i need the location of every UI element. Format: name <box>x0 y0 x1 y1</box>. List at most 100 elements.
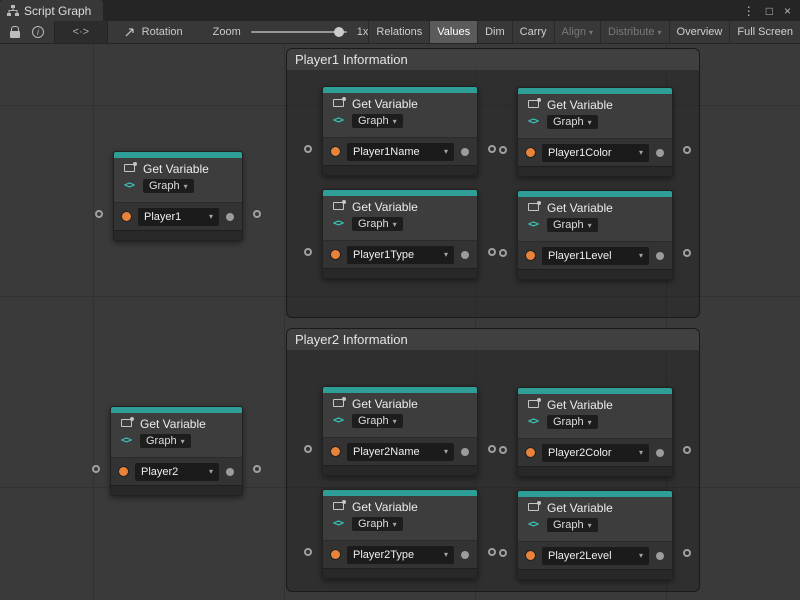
zoom-slider-knob[interactable] <box>334 27 344 37</box>
variable-dropdown[interactable]: Player2 <box>135 463 219 481</box>
right-port-ring[interactable] <box>488 445 496 453</box>
left-port-ring[interactable] <box>92 465 100 473</box>
node-title: Get Variable <box>547 398 613 412</box>
output-port[interactable] <box>461 251 469 259</box>
node-get-variable-player2[interactable]: Get Variable Graph Player2 <box>110 406 243 496</box>
group-header[interactable]: Player1 Information <box>287 49 699 71</box>
input-port[interactable] <box>331 447 340 456</box>
graph-dropdown[interactable]: Graph <box>143 179 194 193</box>
node-get-variable-player1type[interactable]: Get Variable Graph Player1Type <box>322 189 478 279</box>
left-port-ring[interactable] <box>499 549 507 557</box>
node-footer <box>114 230 242 240</box>
values-button[interactable]: Values <box>429 21 477 43</box>
right-port-ring[interactable] <box>683 249 691 257</box>
right-port-ring[interactable] <box>253 465 261 473</box>
maximize-icon[interactable]: □ <box>766 4 773 18</box>
node-get-variable-player2name[interactable]: Get Variable Graph Player2Name <box>322 386 478 476</box>
input-port[interactable] <box>526 148 535 157</box>
carry-button[interactable]: Carry <box>512 21 554 43</box>
output-port[interactable] <box>226 213 234 221</box>
info-icon[interactable] <box>32 26 44 38</box>
relations-button[interactable]: Relations <box>368 21 429 43</box>
left-port-ring[interactable] <box>304 248 312 256</box>
variable-dropdown[interactable]: Player1Color <box>542 144 649 162</box>
rotation-icon <box>124 26 136 38</box>
output-port[interactable] <box>226 468 234 476</box>
right-port-ring[interactable] <box>683 549 691 557</box>
node-get-variable-player2type[interactable]: Get Variable Graph Player2Type <box>322 489 478 579</box>
graph-dropdown[interactable]: Graph <box>352 517 403 531</box>
left-port-ring[interactable] <box>304 145 312 153</box>
input-port[interactable] <box>526 251 535 260</box>
right-port-ring[interactable] <box>253 210 261 218</box>
graph-dropdown[interactable]: Graph <box>547 415 598 429</box>
code-glyph <box>333 110 343 128</box>
graph-breadcrumb-button[interactable]: <·> <box>54 21 108 43</box>
input-port[interactable] <box>331 250 340 259</box>
left-port-ring[interactable] <box>499 146 507 154</box>
variable-dropdown[interactable]: Player2Name <box>347 443 454 461</box>
dim-button[interactable]: Dim <box>477 21 512 43</box>
variable-dropdown[interactable]: Player2Type <box>347 546 454 564</box>
node-get-variable-player1color[interactable]: Get Variable Graph Player1Color <box>517 87 673 177</box>
left-port-ring[interactable] <box>499 446 507 454</box>
node-body: Get Variable Graph <box>518 94 672 138</box>
close-icon[interactable]: × <box>784 4 791 18</box>
right-port-ring[interactable] <box>488 548 496 556</box>
align-button[interactable]: Align▾ <box>554 21 600 43</box>
node-title: Get Variable <box>140 417 206 431</box>
lock-icon[interactable] <box>10 31 20 38</box>
node-get-variable-player1[interactable]: Get Variable Graph Player1 <box>113 151 243 241</box>
output-port[interactable] <box>656 149 664 157</box>
variable-dropdown[interactable]: Player2Level <box>542 547 649 565</box>
input-port[interactable] <box>526 448 535 457</box>
left-port-ring[interactable] <box>304 445 312 453</box>
graph-canvas[interactable]: Player1 Information Player2 Information … <box>0 44 800 600</box>
tab-script-graph[interactable]: Script Graph <box>0 0 103 21</box>
variable-icon <box>524 98 542 133</box>
graph-dropdown[interactable]: Graph <box>547 115 598 129</box>
graph-dropdown[interactable]: Graph <box>352 114 403 128</box>
node-get-variable-player2color[interactable]: Get Variable Graph Player2Color <box>517 387 673 477</box>
distribute-button[interactable]: Distribute▾ <box>600 21 668 43</box>
input-port[interactable] <box>331 550 340 559</box>
group-header[interactable]: Player2 Information <box>287 329 699 351</box>
input-port[interactable] <box>122 212 131 221</box>
window-menu-icon[interactable]: ⋮ <box>743 4 755 18</box>
zoom-slider[interactable] <box>251 31 347 33</box>
input-port[interactable] <box>119 467 128 476</box>
output-port[interactable] <box>461 551 469 559</box>
output-port[interactable] <box>461 448 469 456</box>
right-port-ring[interactable] <box>683 146 691 154</box>
right-port-ring[interactable] <box>488 248 496 256</box>
output-port[interactable] <box>656 252 664 260</box>
graph-dropdown[interactable]: Graph <box>140 434 191 448</box>
input-port[interactable] <box>331 147 340 156</box>
input-port[interactable] <box>526 551 535 560</box>
node-get-variable-player1level[interactable]: Get Variable Graph Player1Level <box>517 190 673 280</box>
variable-dropdown[interactable]: Player1Level <box>542 247 649 265</box>
output-port[interactable] <box>461 148 469 156</box>
graph-dropdown[interactable]: Graph <box>547 218 598 232</box>
fullscreen-button[interactable]: Full Screen <box>729 21 800 43</box>
left-port-ring[interactable] <box>304 548 312 556</box>
node-get-variable-player2level[interactable]: Get Variable Graph Player2Level <box>517 490 673 580</box>
variable-dropdown[interactable]: Player1 <box>138 208 219 226</box>
right-port-ring[interactable] <box>683 446 691 454</box>
graph-dropdown[interactable]: Graph <box>547 518 598 532</box>
node-footer <box>323 165 477 175</box>
left-port-ring[interactable] <box>499 249 507 257</box>
variable-dropdown[interactable]: Player2Color <box>542 444 649 462</box>
node-footer <box>323 465 477 475</box>
output-port[interactable] <box>656 552 664 560</box>
node-get-variable-player1name[interactable]: Get Variable Graph Player1Name <box>322 86 478 176</box>
output-port[interactable] <box>656 449 664 457</box>
node-port-row: Player1Color <box>518 138 672 166</box>
right-port-ring[interactable] <box>488 145 496 153</box>
graph-dropdown[interactable]: Graph <box>352 217 403 231</box>
left-port-ring[interactable] <box>95 210 103 218</box>
overview-button[interactable]: Overview <box>669 21 730 43</box>
variable-dropdown[interactable]: Player1Type <box>347 246 454 264</box>
graph-dropdown[interactable]: Graph <box>352 414 403 428</box>
variable-dropdown[interactable]: Player1Name <box>347 143 454 161</box>
